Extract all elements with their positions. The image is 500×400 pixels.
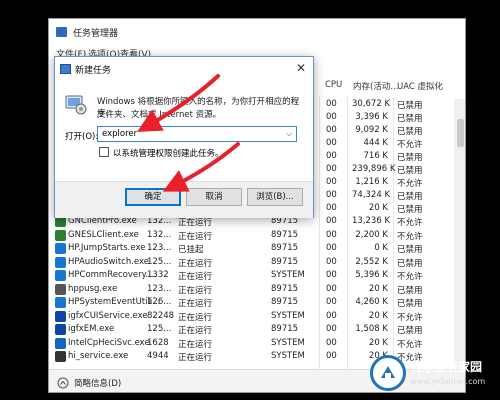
arrow-to-ok-button — [162, 142, 240, 192]
watermark-logo — [370, 355, 406, 391]
arrow-to-input — [137, 74, 220, 132]
watermark-name: 纯净系统家园 — [410, 360, 483, 374]
watermark-url: www.yidaimei.com — [410, 377, 486, 386]
annotation-arrows — [137, 74, 240, 192]
